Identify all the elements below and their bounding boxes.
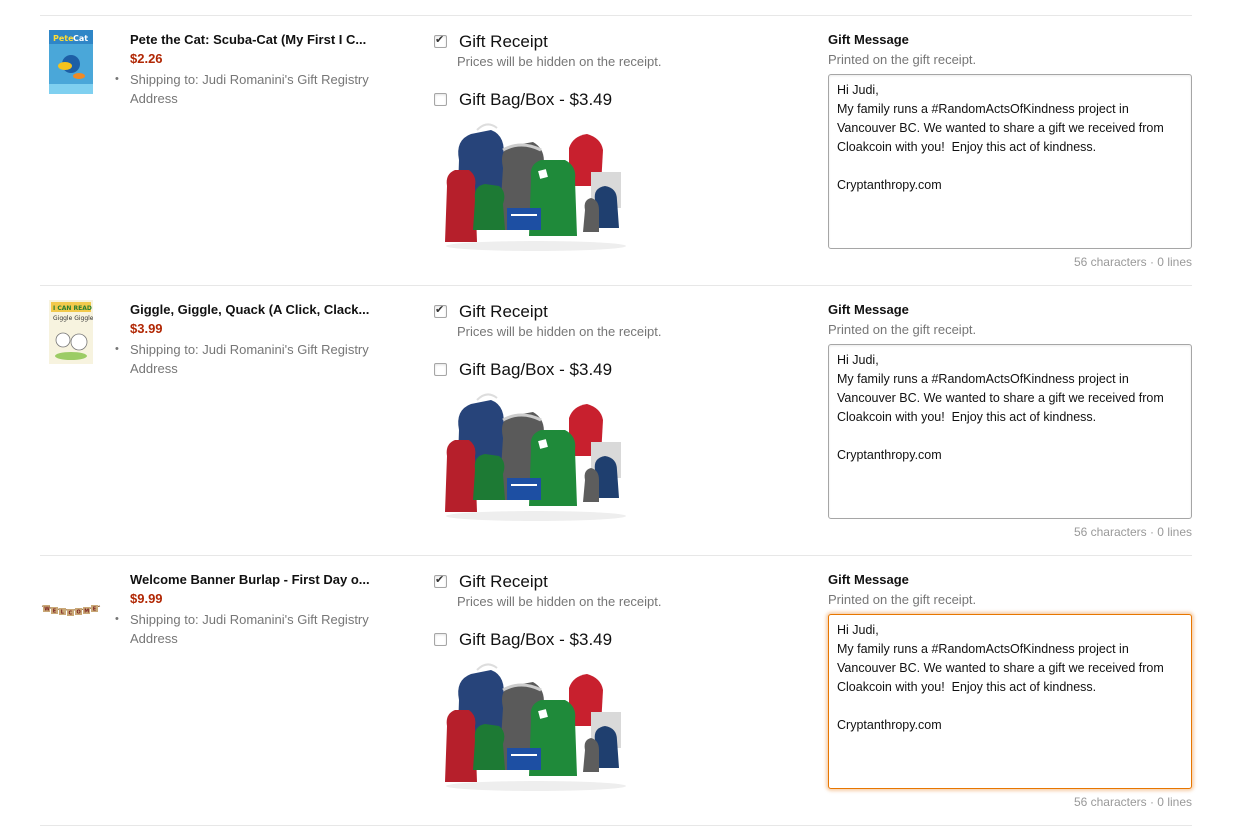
- svg-text:I CAN READ: I CAN READ: [53, 305, 92, 312]
- gift-bag-checkbox[interactable]: [434, 93, 447, 106]
- shipping-address: • Shipping to: Judi Romanini's Gift Regi…: [115, 70, 390, 108]
- product-title[interactable]: Pete the Cat: Scuba-Cat (My First I C...: [130, 32, 380, 47]
- svg-text:C: C: [69, 611, 73, 617]
- gift-message-text[interactable]: Hi Judi, My family runs a #RandomActsOfK…: [837, 621, 1185, 735]
- gift-message-subtitle: Printed on the gift receipt.: [828, 52, 977, 67]
- gift-receipt-checkbox[interactable]: [434, 33, 447, 48]
- character-count: 56 characters · 0 lines: [1073, 525, 1192, 539]
- gift-item-row: Pete Cat Pete the Cat: Scuba-Cat (My Fir…: [0, 16, 1244, 286]
- product-thumbnail[interactable]: Pete Cat: [44, 30, 98, 94]
- gift-bag-label[interactable]: Gift Bag/Box - $3.49: [459, 630, 612, 650]
- svg-text:M: M: [84, 609, 89, 615]
- gift-bag-label[interactable]: Gift Bag/Box - $3.49: [459, 360, 612, 380]
- gift-message-title: Gift Message: [828, 572, 909, 587]
- gift-bag-label[interactable]: Gift Bag/Box - $3.49: [459, 90, 612, 110]
- product-thumbnail[interactable]: I CAN READ Giggle Giggle: [44, 300, 98, 364]
- product-price: $9.99: [130, 591, 163, 606]
- bullet-icon: •: [115, 343, 119, 355]
- svg-text:E: E: [53, 609, 57, 615]
- shipping-text: Shipping to: Judi Romanini's Gift Regist…: [130, 612, 369, 646]
- shipping-text: Shipping to: Judi Romanini's Gift Regist…: [130, 72, 369, 106]
- gift-receipt-label[interactable]: Gift Receipt: [459, 302, 548, 322]
- gift-message-textarea[interactable]: Hi Judi, My family runs a #RandomActsOfK…: [828, 74, 1192, 249]
- gift-bag-checkbox[interactable]: [434, 633, 447, 646]
- gift-receipt-note: Prices will be hidden on the receipt.: [457, 54, 662, 69]
- product-price: $2.26: [130, 51, 163, 66]
- gift-message-title: Gift Message: [828, 32, 909, 47]
- product-title[interactable]: Welcome Banner Burlap - First Day o...: [130, 572, 380, 587]
- gift-message-text[interactable]: Hi Judi, My family runs a #RandomActsOfK…: [837, 351, 1185, 465]
- gift-receipt-note: Prices will be hidden on the receipt.: [457, 324, 662, 339]
- product-thumbnail[interactable]: W E L C O M E: [41, 570, 101, 634]
- gift-bags-image: [445, 393, 626, 521]
- svg-text:O: O: [77, 610, 81, 616]
- shipping-address: • Shipping to: Judi Romanini's Gift Regi…: [115, 340, 390, 378]
- gift-receipt-checkbox[interactable]: [434, 303, 447, 318]
- gift-message-textarea[interactable]: Hi Judi, My family runs a #RandomActsOfK…: [828, 344, 1192, 519]
- product-title[interactable]: Giggle, Giggle, Quack (A Click, Clack...: [130, 302, 380, 317]
- shipping-text: Shipping to: Judi Romanini's Gift Regist…: [130, 342, 369, 376]
- gift-bag-checkbox[interactable]: [434, 363, 447, 376]
- gift-receipt-note: Prices will be hidden on the receipt.: [457, 594, 662, 609]
- gift-item-row: W E L C O M E Welcome Banner Burlap - Fi…: [0, 556, 1244, 826]
- gift-bags-image: [445, 123, 626, 251]
- svg-text:E: E: [93, 607, 97, 613]
- gift-receipt-label[interactable]: Gift Receipt: [459, 572, 548, 592]
- svg-text:Cat: Cat: [73, 34, 88, 43]
- gift-message-subtitle: Printed on the gift receipt.: [828, 322, 977, 337]
- gift-message-subtitle: Printed on the gift receipt.: [828, 592, 977, 607]
- gift-bags-image: [445, 663, 626, 791]
- svg-text:Pete: Pete: [53, 34, 74, 43]
- gift-receipt-label[interactable]: Gift Receipt: [459, 32, 548, 52]
- gift-message-textarea[interactable]: Hi Judi, My family runs a #RandomActsOfK…: [828, 614, 1192, 789]
- gift-message-text[interactable]: Hi Judi, My family runs a #RandomActsOfK…: [837, 81, 1185, 195]
- character-count: 56 characters · 0 lines: [1073, 795, 1192, 809]
- character-count: 56 characters · 0 lines: [1073, 255, 1192, 269]
- gift-item-row: I CAN READ Giggle Giggle Giggle, Giggle,…: [0, 286, 1244, 556]
- product-price: $3.99: [130, 321, 163, 336]
- bullet-icon: •: [115, 613, 119, 625]
- gift-message-title: Gift Message: [828, 302, 909, 317]
- shipping-address: • Shipping to: Judi Romanini's Gift Regi…: [115, 610, 390, 648]
- divider-bottom: [40, 825, 1192, 826]
- svg-text:Giggle Giggle: Giggle Giggle: [53, 315, 93, 322]
- bullet-icon: •: [115, 73, 119, 85]
- gift-receipt-checkbox[interactable]: [434, 573, 447, 588]
- svg-text:W: W: [44, 607, 50, 613]
